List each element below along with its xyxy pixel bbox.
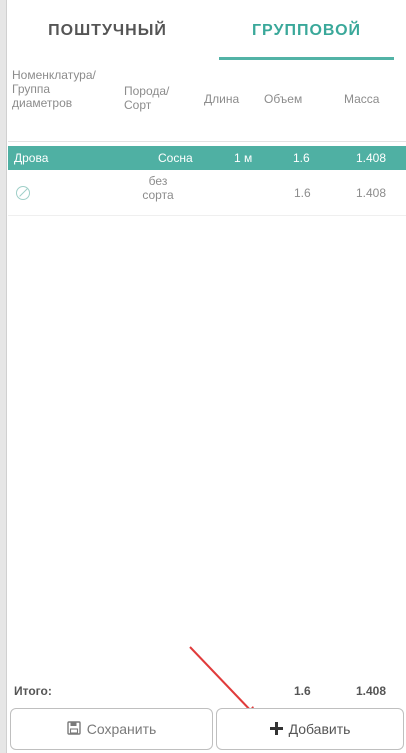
cell-volume: 1.6 [294,186,311,200]
totals-row: Итого: 1.6 1.408 [8,680,406,702]
column-header-volume: Объем [264,92,303,106]
add-button-label: Добавить [288,721,351,737]
cell-mass: 1.408 [356,186,387,200]
table-row-selected[interactable]: Дрова Сосна 1 м 1.6 1.408 [8,146,406,170]
app-screen: поштучный групповой Номенклатура/ Группа… [0,0,406,753]
tab-single-label: поштучный [48,22,167,39]
column-header-mass: Масса [344,92,380,106]
cell-nomenclature: Дрова [14,151,49,165]
cell-breed: без сорта [142,174,174,202]
cell-volume: 1.6 [293,151,310,165]
cell-length: 1 м [234,151,253,165]
column-header-nomenclature: Номенклатура/ Группа диаметров [12,68,96,110]
table-header: Номенклатура/ Группа диаметров Порода/ С… [8,62,406,142]
no-entry-icon [16,186,30,200]
left-edge [0,0,7,753]
totals-mass: 1.408 [356,684,387,698]
tab-bar: поштучный групповой [8,0,406,62]
active-tab-indicator [219,57,394,60]
floppy-disk-icon [67,721,81,737]
plus-icon [269,721,283,737]
column-header-breed: Порода/ Сорт [124,84,170,112]
tab-group-label: групповой [251,22,362,39]
totals-label: Итого: [14,684,52,698]
save-button[interactable]: Сохранить [10,708,213,750]
save-button-label: Сохранить [86,721,157,737]
tab-single[interactable]: поштучный [8,0,207,62]
cell-mass: 1.408 [356,151,387,165]
totals-volume: 1.6 [294,684,311,698]
add-button[interactable]: Добавить [216,708,404,750]
cell-breed: Сосна [158,151,193,165]
tab-group[interactable]: групповой [207,0,406,62]
column-header-length: Длина [204,92,240,106]
table-row[interactable]: без сорта 1.6 1.408 [8,172,406,216]
